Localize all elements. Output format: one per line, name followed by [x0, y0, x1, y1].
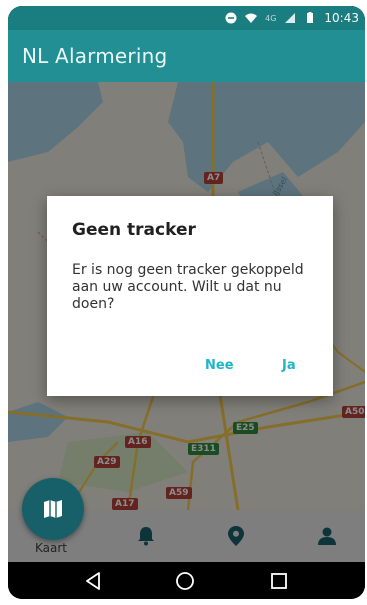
phone-frame: 4G 10:43 NL Alarmering A7 A16 A29 A59 A1… — [8, 6, 365, 599]
status-bar: 4G 10:43 — [8, 6, 365, 30]
nav-map-button[interactable] — [22, 478, 84, 540]
battery-icon — [307, 12, 314, 23]
dnd-icon — [225, 12, 237, 24]
network-type: 4G — [265, 13, 277, 23]
no-tracker-dialog: Geen tracker Er is nog geen tracker geko… — [47, 196, 333, 396]
signal-icon — [285, 13, 296, 23]
app-title: NL Alarmering — [22, 44, 168, 68]
map-icon — [44, 500, 62, 518]
dialog-title: Geen tracker — [72, 220, 196, 240]
home-icon[interactable] — [175, 571, 195, 591]
system-navigation-bar — [8, 562, 365, 599]
dialog-message: Er is nog geen tracker gekoppeld aan uw … — [72, 262, 304, 312]
back-icon[interactable] — [85, 571, 101, 590]
clock: 10:43 — [324, 11, 359, 25]
wifi-icon — [245, 13, 258, 23]
app-bar: NL Alarmering — [8, 30, 365, 82]
dialog-yes-button[interactable]: Ja — [282, 358, 296, 373]
recents-icon[interactable] — [270, 572, 288, 590]
screen: 4G 10:43 NL Alarmering A7 A16 A29 A59 A1… — [8, 6, 365, 599]
nav-map-label: Kaart — [35, 541, 68, 555]
dialog-no-button[interactable]: Nee — [205, 358, 234, 373]
